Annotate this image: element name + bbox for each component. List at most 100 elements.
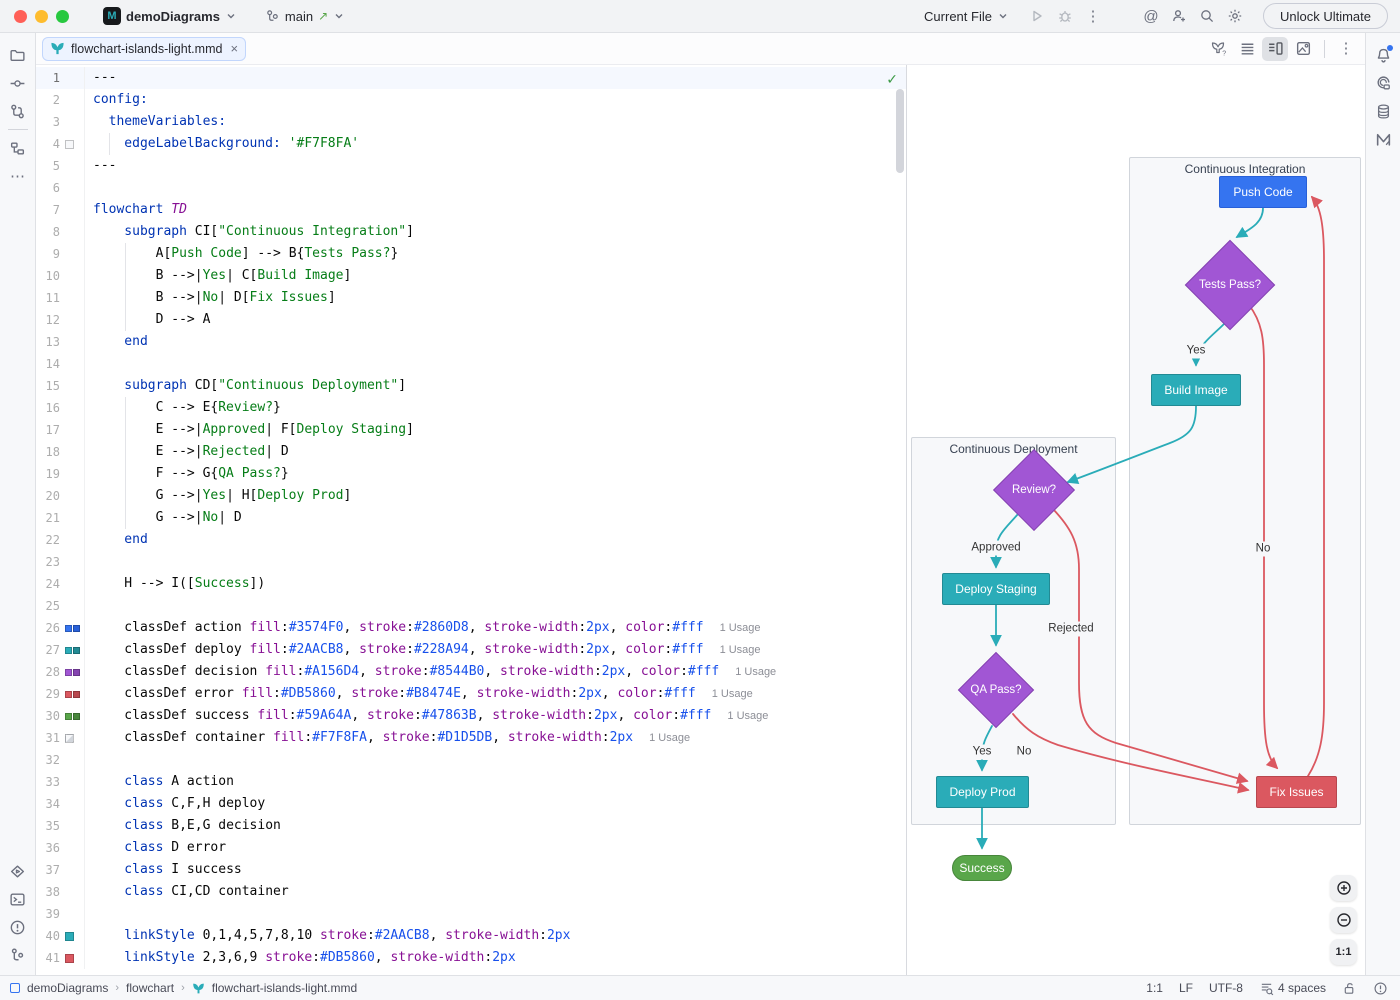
code-text[interactable]: config: (85, 89, 148, 111)
sidebar-item-terminal[interactable] (4, 885, 32, 913)
code-line[interactable]: 7flowchart TD (36, 199, 906, 221)
color-chip[interactable] (65, 713, 72, 720)
sidebar-item-services[interactable] (4, 857, 32, 885)
code-text[interactable]: linkStyle 0,1,4,5,7,8,10 stroke:#2AACB8,… (85, 925, 570, 947)
code-line[interactable]: 2 config: (36, 89, 906, 111)
color-chip[interactable] (65, 932, 74, 941)
code-line[interactable]: 26 classDef action fill:#3574F0, stroke:… (36, 617, 906, 639)
zoom-out-button[interactable] (1330, 907, 1357, 933)
gutter-color-chips[interactable] (60, 661, 85, 683)
code-text[interactable]: class B,E,G decision (85, 815, 281, 837)
close-tab-icon[interactable]: × (230, 41, 238, 56)
color-chip[interactable] (65, 691, 72, 698)
line-number[interactable]: 15 (36, 375, 60, 397)
inspections-ok-icon[interactable]: ✓ (886, 71, 898, 88)
gutter-color-chips[interactable] (60, 133, 85, 155)
line-number[interactable]: 19 (36, 463, 60, 485)
unlock-ultimate-button[interactable]: Unlock Ultimate (1263, 3, 1388, 29)
line-number[interactable]: 8 (36, 221, 60, 243)
color-chip[interactable] (65, 647, 72, 654)
line-number[interactable]: 2 (36, 89, 60, 111)
caret-position-widget[interactable]: 1:1 (1146, 981, 1163, 995)
gutter-color-chips[interactable] (60, 375, 85, 397)
code-line[interactable]: 13 end (36, 331, 906, 353)
code-text[interactable]: end (85, 331, 148, 353)
line-number[interactable]: 9 (36, 243, 60, 265)
code-text[interactable]: class I success (85, 859, 242, 881)
line-number[interactable]: 30 (36, 705, 60, 727)
sidebar-item-project[interactable] (4, 41, 32, 69)
line-number[interactable]: 17 (36, 419, 60, 441)
code-line[interactable]: 28 classDef decision fill:#A156D4, strok… (36, 661, 906, 683)
sidebar-item-version-control[interactable] (4, 941, 32, 969)
settings-button[interactable] (1221, 3, 1249, 29)
gutter-color-chips[interactable] (60, 309, 85, 331)
color-chip[interactable] (73, 691, 80, 698)
line-number[interactable]: 31 (36, 727, 60, 749)
code-line[interactable]: 17 E -->|Approved| F[Deploy Staging] (36, 419, 906, 441)
run-button[interactable] (1023, 3, 1051, 29)
gutter-color-chips[interactable] (60, 397, 85, 419)
code-text[interactable]: classDef error fill:#DB5860, stroke:#B84… (85, 683, 753, 705)
zoom-in-button[interactable] (1330, 875, 1357, 901)
code-line[interactable]: 33 class A action (36, 771, 906, 793)
usage-hint[interactable]: 1 Usage (735, 666, 776, 678)
gutter-color-chips[interactable] (60, 771, 85, 793)
code-text[interactable]: A[Push Code] --> B{Tests Pass?} (85, 243, 398, 265)
code-line[interactable]: 27 classDef deploy fill:#2AACB8, stroke:… (36, 639, 906, 661)
line-number[interactable]: 22 (36, 529, 60, 551)
code-text[interactable]: E -->|Approved| F[Deploy Staging] (85, 419, 414, 441)
close-window-button[interactable] (14, 10, 27, 23)
code-text[interactable]: classDef deploy fill:#2AACB8, stroke:#22… (85, 639, 761, 661)
color-chip[interactable] (65, 954, 74, 963)
code-line[interactable]: 39 (36, 903, 906, 925)
line-number[interactable]: 41 (36, 947, 60, 969)
code-line[interactable]: 23 (36, 551, 906, 573)
code-text[interactable]: F --> G{QA Pass?} (85, 463, 289, 485)
code-line[interactable]: 1--- (36, 67, 906, 89)
line-number[interactable]: 14 (36, 353, 60, 375)
code-text[interactable]: class A action (85, 771, 234, 793)
code-line[interactable]: 15 subgraph CD["Continuous Deployment"] (36, 375, 906, 397)
code-line[interactable]: 11 B -->|No| D[Fix Issues] (36, 287, 906, 309)
gutter-color-chips[interactable] (60, 353, 85, 375)
line-number[interactable]: 5 (36, 155, 60, 177)
breadcrumb-file[interactable]: flowchart-islands-light.mmd (212, 981, 357, 995)
database-toolwindow-button[interactable] (1369, 97, 1397, 125)
branch-widget[interactable]: main ↗ (259, 6, 351, 27)
gutter-color-chips[interactable] (60, 947, 85, 969)
line-number[interactable]: 23 (36, 551, 60, 573)
color-chip[interactable] (73, 625, 80, 632)
code-text[interactable]: classDef container fill:#F7F8FA, stroke:… (85, 727, 690, 749)
line-number[interactable]: 28 (36, 661, 60, 683)
ai-assistant-button[interactable]: @ (1137, 3, 1165, 29)
code-text[interactable]: end (85, 529, 148, 551)
gutter-color-chips[interactable] (60, 551, 85, 573)
usage-hint[interactable]: 1 Usage (720, 644, 761, 656)
code-line[interactable]: 9 A[Push Code] --> B{Tests Pass?} (36, 243, 906, 265)
code-line[interactable]: 35 class B,E,G decision (36, 815, 906, 837)
mermaid-help-button[interactable]: ? (1206, 37, 1232, 61)
read-write-lock-widget[interactable] (1342, 981, 1357, 996)
code-text[interactable]: flowchart TD (85, 199, 187, 221)
gutter-color-chips[interactable] (60, 243, 85, 265)
more-run-actions-button[interactable]: ⋮ (1079, 3, 1107, 29)
code-text[interactable]: class D error (85, 837, 226, 859)
code-text[interactable]: G -->|No| D (85, 507, 242, 529)
code-text[interactable]: themeVariables: (85, 111, 226, 133)
notifications-button[interactable] (1369, 41, 1397, 69)
sidebar-item-pull-requests[interactable] (4, 97, 32, 125)
code-text[interactable]: E -->|Rejected| D (85, 441, 289, 463)
line-number[interactable]: 18 (36, 441, 60, 463)
breadcrumb-folder[interactable]: flowchart (126, 981, 174, 995)
line-number[interactable]: 10 (36, 265, 60, 287)
line-number[interactable]: 26 (36, 617, 60, 639)
sidebar-item-structure[interactable] (4, 134, 32, 162)
line-number[interactable]: 29 (36, 683, 60, 705)
code-line[interactable]: 34 class C,F,H deploy (36, 793, 906, 815)
code-line[interactable]: 5--- (36, 155, 906, 177)
editor-only-view-button[interactable] (1234, 37, 1260, 61)
code-line[interactable]: 36 class D error (36, 837, 906, 859)
code-line[interactable]: 14 (36, 353, 906, 375)
breadcrumb-project[interactable]: demoDiagrams (27, 981, 108, 995)
